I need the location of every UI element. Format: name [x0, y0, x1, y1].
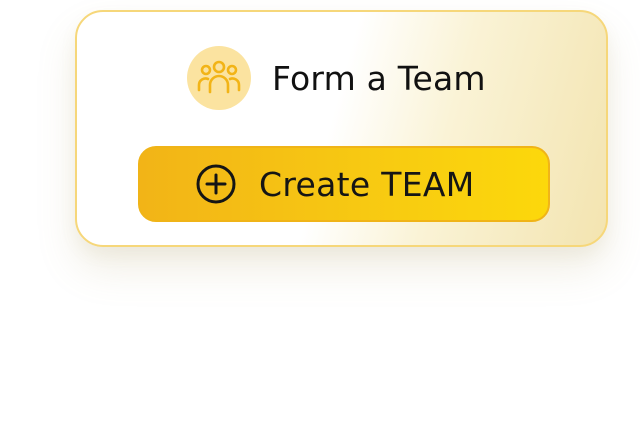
form-team-card: Form a Team Create TEAM [75, 10, 608, 247]
card-title: Form a Team [272, 58, 486, 98]
create-team-button-label: Create TEAM [259, 164, 475, 204]
card-header: Form a Team [187, 46, 486, 110]
plus-circle-icon [195, 163, 237, 205]
create-team-button[interactable]: Create TEAM [138, 146, 550, 222]
team-people-icon [187, 46, 251, 110]
